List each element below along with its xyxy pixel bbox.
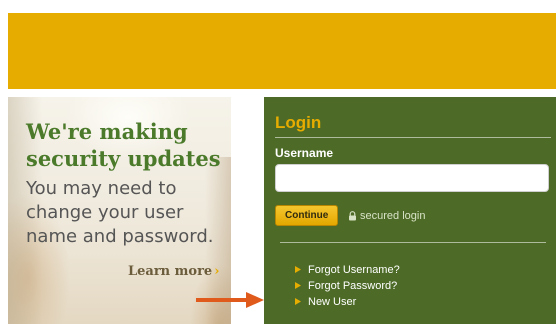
triangle-right-icon (295, 282, 301, 289)
account-links: Forgot Username? Forgot Password? New Us… (295, 262, 400, 310)
chevron-right-icon: › (214, 264, 220, 279)
continue-button[interactable]: Continue (275, 205, 339, 226)
learn-more-label: Learn more (128, 264, 213, 279)
header-banner (8, 13, 556, 89)
forgot-password-link[interactable]: Forgot Password? (295, 278, 400, 293)
link-label: New User (308, 295, 357, 308)
secured-login-label: secured login (360, 210, 426, 222)
promo-title: We're making security updates (26, 119, 221, 171)
new-user-link[interactable]: New User (295, 294, 400, 309)
right-arrow-icon (196, 292, 264, 308)
security-update-promo: We're making security updates You may ne… (8, 97, 231, 324)
triangle-right-icon (295, 266, 301, 273)
lock-icon (349, 211, 356, 221)
username-input[interactable] (275, 164, 549, 192)
username-label: Username (275, 146, 334, 160)
secured-login-indicator: secured login (348, 210, 425, 222)
learn-more-link[interactable]: Learn more › (128, 264, 219, 279)
promo-body: You may need to change your user name an… (26, 178, 214, 247)
link-label: Forgot Password? (308, 279, 398, 292)
login-panel: Login Username Continue secured login Fo… (264, 97, 556, 324)
forgot-username-link[interactable]: Forgot Username? (295, 262, 400, 277)
login-heading: Login (275, 113, 322, 132)
divider (280, 242, 546, 243)
triangle-right-icon (295, 298, 301, 305)
divider (275, 137, 551, 138)
link-label: Forgot Username? (308, 263, 400, 276)
